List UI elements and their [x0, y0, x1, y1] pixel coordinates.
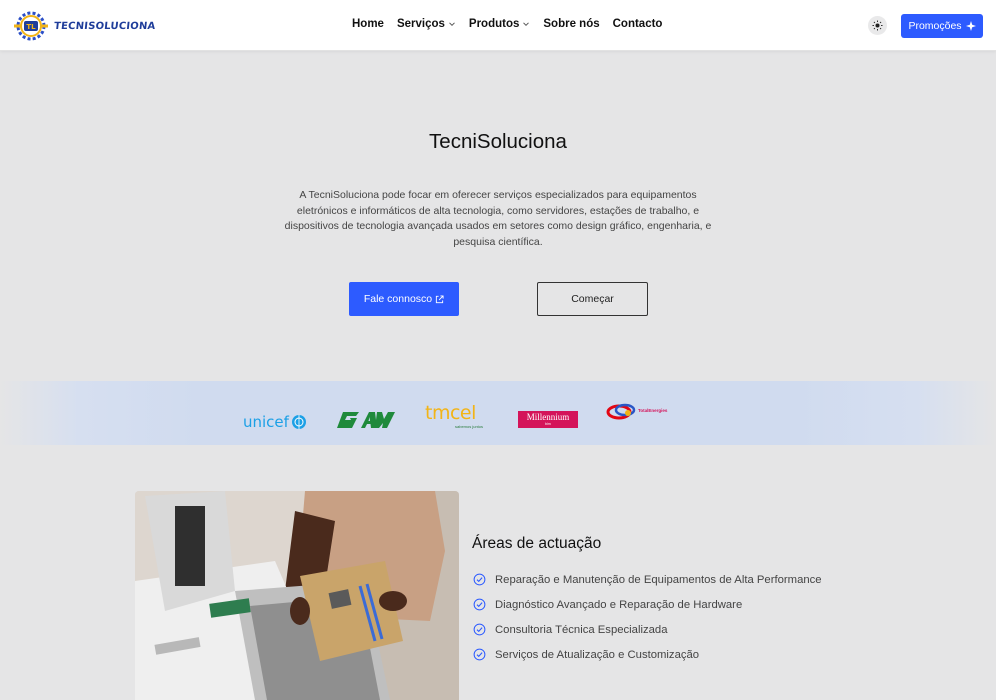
list-item: Serviços de Atualização e Customização [473, 642, 822, 667]
main-nav: Home Serviços Produtos Sobre nós Contact… [352, 18, 662, 30]
area-item-label: Diagnóstico Avançado e Reparação de Hard… [495, 598, 743, 611]
promotions-button[interactable]: Promoções [901, 14, 983, 38]
list-item: Consultoria Técnica Especializada [473, 617, 822, 642]
brand-logo[interactable]: TL TECNISOLUCIONA [13, 8, 156, 44]
hero-description: A TecniSoluciona pode focar em oferecer … [284, 189, 712, 248]
area-item-label: Consultoria Técnica Especializada [495, 623, 668, 636]
nav-servicos[interactable]: Serviços [397, 18, 456, 30]
promotions-label: Promoções [908, 20, 962, 32]
areas-list: Reparação e Manutenção de Equipamentos d… [473, 567, 822, 667]
partner-unicef-text: unicef [243, 413, 289, 431]
check-circle-icon [473, 573, 486, 586]
partner-tmcel-text: tmcel [425, 402, 476, 424]
partner-logo-unicef: unicef [243, 413, 307, 431]
hero-title: TecniSoluciona [429, 130, 567, 153]
partner-millennium-text: Millennium [526, 412, 570, 422]
check-circle-icon [473, 598, 486, 611]
partners-band: unicef tmcel sabemos juntos Millennium b… [0, 381, 996, 445]
technician-motherboard-photo [135, 491, 459, 700]
theme-toggle-button[interactable] [868, 16, 887, 35]
globe-icon [291, 415, 306, 429]
site-header: TL TECNISOLUCIONA Home Serviços Produtos… [0, 0, 996, 51]
nav-servicos-label: Serviços [396, 18, 445, 30]
nav-produtos-label: Produtos [468, 18, 520, 30]
external-link-icon [436, 294, 444, 303]
partner-logo-totalenergies: TotalEnergies [606, 403, 667, 420]
nav-home-label: Home [352, 18, 384, 30]
nav-produtos[interactable]: Produtos [469, 18, 530, 30]
nav-home[interactable]: Home [352, 18, 384, 30]
photo-illustration [135, 491, 459, 700]
chevron-down-icon [449, 22, 455, 27]
totalenergies-mark-icon [606, 403, 636, 420]
partner-tmcel-tagline: sabemos juntos [455, 424, 484, 429]
nav-contacto-label: Contacto [612, 18, 663, 30]
svg-text:TL: TL [26, 23, 36, 31]
contact-us-label: Fale connosco [363, 293, 433, 305]
sun-icon [872, 20, 883, 31]
area-item-label: Reparação e Manutenção de Equipamentos d… [495, 573, 822, 586]
list-item: Reparação e Manutenção de Equipamentos d… [473, 567, 822, 592]
brand-name: TECNISOLUCIONA [53, 20, 156, 32]
areas-title: Áreas de actuação [472, 535, 602, 552]
nav-sobre-nos-label: Sobre nós [543, 18, 600, 30]
partner-logo-millennium: Millennium bim [518, 411, 578, 428]
list-item: Diagnóstico Avançado e Reparação de Hard… [473, 592, 822, 617]
sparkle-icon [965, 21, 976, 31]
nav-sobre-nos[interactable]: Sobre nós [543, 18, 599, 30]
partner-millennium-subtext: bim [545, 422, 551, 426]
check-circle-icon [473, 648, 486, 661]
chevron-down-icon [523, 22, 530, 27]
partner-logo-gam [337, 412, 395, 428]
area-item-label: Serviços de Atualização e Customização [495, 648, 700, 661]
logo-gear-icon: TL [14, 11, 48, 41]
nav-contacto[interactable]: Contacto [613, 18, 663, 30]
partner-totalenergies-text: TotalEnergies [638, 408, 668, 413]
get-started-button[interactable]: Começar [537, 282, 648, 316]
partner-logo-tmcel: tmcel sabemos juntos [425, 402, 491, 432]
check-circle-icon [473, 623, 486, 636]
contact-us-button[interactable]: Fale connosco [349, 282, 459, 316]
get-started-label: Começar [571, 293, 614, 305]
